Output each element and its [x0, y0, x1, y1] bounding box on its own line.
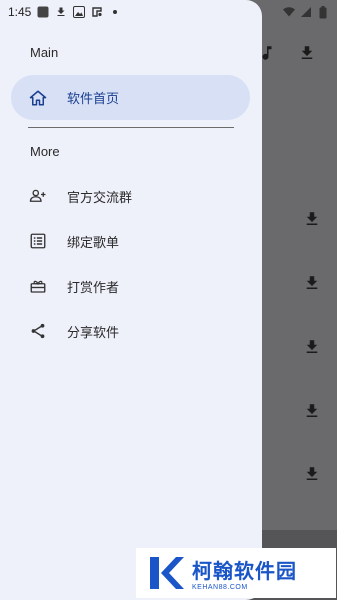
nav-item-label: 绑定歌单 — [67, 235, 120, 251]
share-icon — [29, 322, 47, 340]
nav-item-official-group[interactable]: 官方交流群 — [11, 176, 250, 216]
more-dot-icon — [109, 6, 121, 18]
nav-item-home[interactable]: 软件首页 — [11, 75, 250, 120]
battery-icon — [317, 5, 329, 18]
section-label-main: Main — [30, 45, 59, 60]
nav-item-label: 软件首页 — [67, 92, 120, 107]
gift-icon — [29, 277, 47, 295]
status-bar: 1:45 — [0, 0, 337, 24]
download-icon[interactable] — [303, 210, 321, 228]
kehan-logo-icon — [146, 553, 186, 593]
app-status-icon — [91, 6, 103, 18]
wifi-icon — [283, 6, 295, 18]
status-time: 1:45 — [8, 5, 32, 19]
download-status-icon — [55, 6, 67, 18]
download-icon[interactable] — [303, 338, 321, 356]
photo-status-icon — [73, 6, 86, 18]
list-icon — [29, 232, 47, 250]
nav-item-bind-playlist[interactable]: 绑定歌单 — [11, 221, 250, 261]
watermark-domain: KEHAN88.COM — [192, 584, 248, 591]
nav-item-share-app[interactable]: 分享软件 — [11, 311, 250, 351]
navigation-drawer: Main 软件首页 More 官方交流群 绑定歌单 打赏作者 分享软件 — [0, 0, 262, 600]
app-notification-icon — [37, 6, 49, 18]
divider — [28, 127, 234, 128]
download-icon[interactable] — [303, 465, 321, 483]
nav-item-donate-author[interactable]: 打赏作者 — [11, 266, 250, 306]
nav-item-label: 分享软件 — [67, 325, 120, 341]
section-label-more: More — [30, 144, 60, 159]
watermark-logo: 柯翰软件园 KEHAN88.COM — [136, 548, 336, 598]
download-icon[interactable] — [303, 274, 321, 292]
group-add-icon — [29, 187, 47, 205]
signal-icon — [300, 6, 312, 18]
download-icon[interactable] — [298, 44, 316, 62]
nav-item-label: 官方交流群 — [67, 190, 133, 206]
nav-item-label: 打赏作者 — [67, 280, 120, 296]
download-icon[interactable] — [303, 402, 321, 420]
watermark-name: 柯翰软件园 — [192, 559, 297, 583]
home-icon — [29, 89, 47, 107]
